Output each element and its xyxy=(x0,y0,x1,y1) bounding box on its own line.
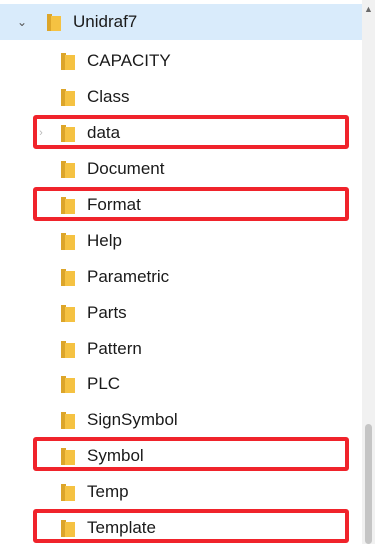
tree-item-pattern[interactable]: Pattern xyxy=(0,331,362,367)
tree-item-label: Parametric xyxy=(87,267,170,286)
tree-item-class[interactable]: Class xyxy=(0,79,362,115)
tree-item-label: Parts xyxy=(87,303,127,322)
folder-icon xyxy=(61,376,75,393)
folder-icon xyxy=(61,89,75,106)
tree-item-help[interactable]: Help xyxy=(0,223,362,259)
folder-icon xyxy=(61,161,75,178)
tree-item-label: CAPACITY xyxy=(87,51,171,70)
folder-icon xyxy=(61,305,75,322)
folder-icon xyxy=(61,341,75,358)
tree-item-label: Unidraf7 xyxy=(73,12,138,31)
folder-icon xyxy=(61,412,75,429)
scrollbar-thumb[interactable] xyxy=(365,424,372,544)
tree-item-label: Pattern xyxy=(87,339,142,358)
tree-item-label: Temp xyxy=(87,482,129,501)
tree-item-parametric[interactable]: Parametric xyxy=(0,259,362,295)
folder-icon xyxy=(61,484,75,501)
folder-icon xyxy=(47,14,61,31)
highlight-box-data xyxy=(33,115,349,149)
folder-icon xyxy=(61,233,75,250)
highlight-box-symbol xyxy=(33,437,349,471)
tree-item-label: PLC xyxy=(87,374,121,393)
tree-item-temp[interactable]: Temp xyxy=(0,474,362,510)
tree-item-label: Help xyxy=(87,231,122,250)
tree-item-unidraf7[interactable]: ⌄ Unidraf7 xyxy=(0,4,362,40)
highlight-box-template xyxy=(33,509,349,543)
tree-item-label: Class xyxy=(87,87,130,106)
folder-icon xyxy=(61,269,75,286)
vertical-scrollbar[interactable]: ▲ xyxy=(362,0,375,544)
scroll-up-arrow-icon[interactable]: ▲ xyxy=(362,2,375,16)
tree-item-parts[interactable]: Parts xyxy=(0,295,362,331)
chevron-down-icon[interactable]: ⌄ xyxy=(15,4,29,40)
folder-tree: ⌄ Unidraf7 CAPACITY Class › data Documen… xyxy=(0,0,362,544)
tree-item-signsymbol[interactable]: SignSymbol xyxy=(0,402,362,438)
tree-item-label: Document xyxy=(87,159,165,178)
highlight-box-format xyxy=(33,187,349,221)
tree-item-capacity[interactable]: CAPACITY xyxy=(0,43,362,79)
tree-item-plc[interactable]: PLC xyxy=(0,366,362,402)
tree-item-label: SignSymbol xyxy=(87,410,178,429)
tree-item-document[interactable]: Document xyxy=(0,151,362,187)
folder-icon xyxy=(61,53,75,70)
